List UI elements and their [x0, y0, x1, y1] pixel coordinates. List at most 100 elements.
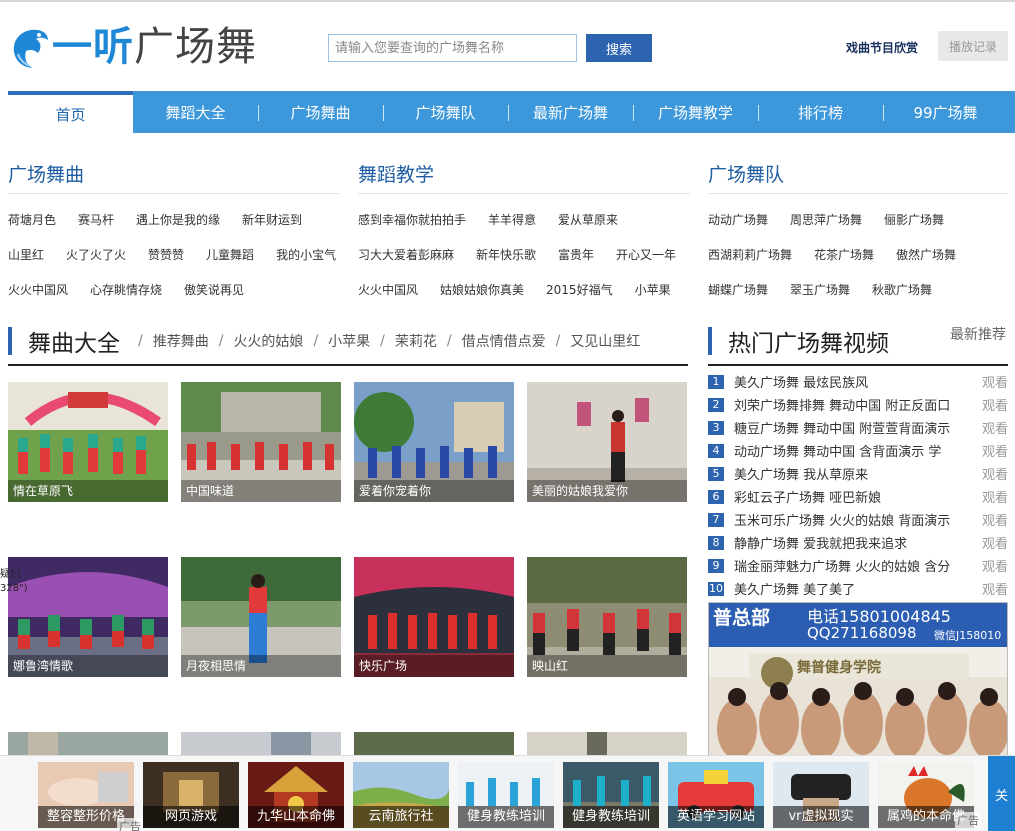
- video-thumb[interactable]: 情在草原飞: [8, 382, 168, 502]
- site-logo[interactable]: 一听 广场舞: [8, 22, 257, 72]
- watch-link[interactable]: 观看: [982, 395, 1008, 414]
- tag-link[interactable]: 爱从草原来: [558, 211, 618, 228]
- hot-item-title[interactable]: 彩虹云子广场舞 哑巴新娘: [734, 487, 972, 506]
- section-link[interactable]: 小苹果: [328, 331, 370, 351]
- list-item[interactable]: 6 彩虹云子广场舞 哑巴新娘 观看: [708, 485, 1008, 508]
- nav-latest[interactable]: 最新广场舞: [508, 91, 633, 133]
- tag-link[interactable]: 傲笑说再见: [184, 281, 244, 298]
- hot-item-title[interactable]: 美久广场舞 最炫民族风: [734, 372, 972, 391]
- tag-link[interactable]: 小苹果: [635, 281, 671, 298]
- tag-link[interactable]: 赛马杆: [78, 211, 114, 228]
- fitness-ad-banner[interactable]: 普总部 电话15801004845 QQ271168098 微信J158010 …: [708, 602, 1008, 762]
- list-item[interactable]: 3 糖豆广场舞 舞动中国 附萱萱背面演示 观看: [708, 416, 1008, 439]
- watch-link[interactable]: 观看: [982, 418, 1008, 437]
- video-thumb[interactable]: 快乐广场: [354, 557, 514, 677]
- tag-link[interactable]: 富贵年: [558, 246, 594, 263]
- tag-link[interactable]: 2015好福气: [546, 281, 613, 298]
- list-item[interactable]: 5 美久广场舞 我从草原来 观看: [708, 462, 1008, 485]
- hot-item-title[interactable]: 美久广场舞 我从草原来: [734, 464, 972, 483]
- tag-link[interactable]: 姑娘姑娘你真美: [440, 281, 524, 298]
- list-item[interactable]: 9 瑞金丽萍魅力广场舞 火火的姑娘 含分 观看: [708, 554, 1008, 577]
- tag-link[interactable]: 习大大爱着彭麻麻: [358, 246, 454, 263]
- list-item[interactable]: 1 美久广场舞 最炫民族风 观看: [708, 370, 1008, 393]
- section-link[interactable]: 火火的姑娘: [233, 331, 303, 351]
- watch-link[interactable]: 观看: [982, 441, 1008, 460]
- video-thumb[interactable]: [354, 732, 514, 755]
- tag-link[interactable]: 心存眺情存烧: [90, 281, 162, 298]
- search-input[interactable]: [328, 34, 577, 62]
- tag-link[interactable]: 动动广场舞: [708, 211, 768, 228]
- tag-link[interactable]: 秋歌广场舞: [872, 281, 932, 298]
- tag-link[interactable]: 傲然广场舞: [896, 246, 956, 263]
- video-thumb[interactable]: 月夜相思情: [181, 557, 341, 677]
- nav-dance-teams[interactable]: 广场舞队: [383, 91, 508, 133]
- tag-link[interactable]: 新年财运到: [242, 211, 302, 228]
- list-item[interactable]: 2 刘荣广场舞排舞 舞动中国 附正反面口 观看: [708, 393, 1008, 416]
- tag-link[interactable]: 火火中国风: [358, 281, 418, 298]
- watch-link[interactable]: 观看: [982, 372, 1008, 391]
- column-title[interactable]: 舞蹈教学: [358, 156, 690, 194]
- tag-link[interactable]: 赞赞赞: [148, 246, 184, 263]
- nav-ranking[interactable]: 排行榜: [758, 91, 883, 133]
- section-link[interactable]: 借点情借点爱: [462, 331, 546, 351]
- tag-link[interactable]: 我的小宝气: [276, 246, 336, 263]
- video-thumb[interactable]: 美丽的姑娘我爱你: [527, 382, 687, 502]
- bottom-ad-item[interactable]: 英语学习网站: [668, 762, 764, 828]
- nav-dance-all[interactable]: 舞蹈大全: [133, 91, 258, 133]
- tag-link[interactable]: 感到幸福你就拍拍手: [358, 211, 466, 228]
- history-button[interactable]: 播放记录: [938, 31, 1008, 61]
- hot-item-title[interactable]: 糖豆广场舞 舞动中国 附萱萱背面演示: [734, 418, 972, 437]
- tag-link[interactable]: 翠玉广场舞: [790, 281, 850, 298]
- nav-dance-music[interactable]: 广场舞曲: [258, 91, 383, 133]
- hot-item-title[interactable]: 玉米可乐广场舞 火火的姑娘 背面演示: [734, 510, 972, 529]
- nav-99[interactable]: 99广场舞: [883, 91, 1008, 133]
- tag-link[interactable]: 蝴蝶广场舞: [708, 281, 768, 298]
- watch-link[interactable]: 观看: [982, 510, 1008, 529]
- hot-item-title[interactable]: 美久广场舞 美了美了: [734, 579, 972, 598]
- column-title[interactable]: 广场舞队: [708, 156, 1008, 194]
- video-thumb[interactable]: 娜鲁湾情歌: [8, 557, 168, 677]
- list-item[interactable]: 10 美久广场舞 美了美了 观看: [708, 577, 1008, 600]
- watch-link[interactable]: 观看: [982, 464, 1008, 483]
- search-button[interactable]: 搜索: [586, 34, 652, 62]
- tag-link[interactable]: 山里红: [8, 246, 44, 263]
- list-item[interactable]: 4 动动广场舞 舞动中国 含背面演示 学 观看: [708, 439, 1008, 462]
- list-item[interactable]: 8 静静广场舞 爱我就把我来追求 观看: [708, 531, 1008, 554]
- watch-link[interactable]: 观看: [982, 556, 1008, 575]
- bottom-ad-item[interactable]: vr虚拟现实: [773, 762, 869, 828]
- section-link[interactable]: 推荐舞曲: [153, 331, 209, 351]
- bottom-ad-item[interactable]: 网页游戏: [143, 762, 239, 828]
- watch-link[interactable]: 观看: [982, 533, 1008, 552]
- video-thumb[interactable]: 映山红: [527, 557, 687, 677]
- bottom-ad-item[interactable]: 九华山本命佛: [248, 762, 344, 828]
- tag-link[interactable]: 新年快乐歌: [476, 246, 536, 263]
- hot-item-title[interactable]: 刘荣广场舞排舞 舞动中国 附正反面口: [734, 395, 972, 414]
- tag-link[interactable]: 火了火了火: [66, 246, 126, 263]
- watch-link[interactable]: 观看: [982, 579, 1008, 598]
- video-thumb[interactable]: 爱着你宠着你: [354, 382, 514, 502]
- nav-home[interactable]: 首页: [8, 91, 133, 133]
- hot-item-title[interactable]: 瑞金丽萍魅力广场舞 火火的姑娘 含分: [734, 556, 972, 575]
- video-thumb[interactable]: [8, 732, 168, 755]
- tag-link[interactable]: 开心又一年: [616, 246, 676, 263]
- tag-link[interactable]: 西湖莉莉广场舞: [708, 246, 792, 263]
- tag-link[interactable]: 羊羊得意: [488, 211, 536, 228]
- tag-link[interactable]: 荷塘月色: [8, 211, 56, 228]
- tag-link[interactable]: 周思萍广场舞: [790, 211, 862, 228]
- hot-item-title[interactable]: 动动广场舞 舞动中国 含背面演示 学: [734, 441, 972, 460]
- tag-link[interactable]: 花茶广场舞: [814, 246, 874, 263]
- list-item[interactable]: 7 玉米可乐广场舞 火火的姑娘 背面演示 观看: [708, 508, 1008, 531]
- nav-teaching[interactable]: 广场舞教学: [633, 91, 758, 133]
- column-title[interactable]: 广场舞曲: [8, 156, 340, 194]
- video-thumb[interactable]: [527, 732, 687, 755]
- hot-item-title[interactable]: 静静广场舞 爱我就把我来追求: [734, 533, 972, 552]
- close-ad-button[interactable]: 关: [988, 756, 1015, 831]
- bottom-ad-item[interactable]: 健身教练培训: [563, 762, 659, 828]
- bottom-ad-item[interactable]: 健身教练培训: [458, 762, 554, 828]
- tag-link[interactable]: 遇上你是我的缘: [136, 211, 220, 228]
- opera-link[interactable]: 戏曲节目欣赏: [846, 39, 918, 56]
- section-link[interactable]: 又见山里红: [570, 331, 640, 351]
- video-thumb[interactable]: [181, 732, 341, 755]
- tag-link[interactable]: 火火中国风: [8, 281, 68, 298]
- watch-link[interactable]: 观看: [982, 487, 1008, 506]
